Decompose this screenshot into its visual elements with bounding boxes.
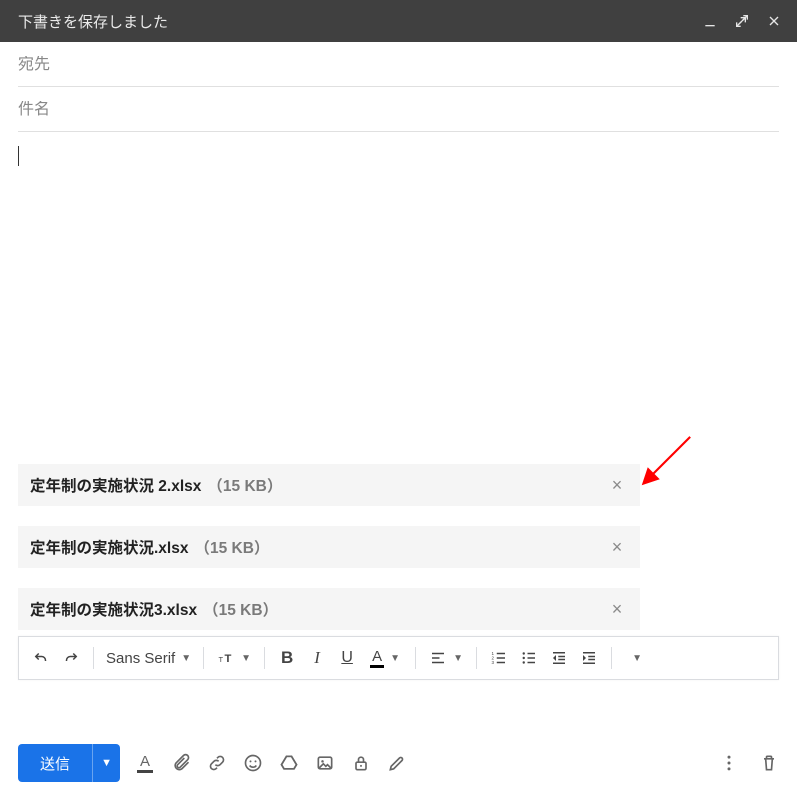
send-options-button[interactable]: ▼	[92, 744, 120, 782]
chevron-down-icon: ▼	[390, 653, 400, 664]
indent-decrease-button[interactable]	[545, 643, 573, 673]
compose-actions: 送信 ▼ A	[18, 744, 779, 782]
more-options-button[interactable]	[719, 753, 739, 773]
font-family-label: Sans Serif	[106, 650, 175, 667]
attachment-name: 定年制の実施状況.xlsx	[30, 536, 188, 558]
image-icon[interactable]	[314, 752, 336, 774]
attach-icon[interactable]	[170, 752, 192, 774]
compose-right-icons	[719, 753, 779, 773]
subject-field-row	[18, 87, 779, 132]
to-field-row	[18, 42, 779, 87]
svg-text:T: T	[219, 655, 224, 664]
align-button[interactable]: ▼	[424, 643, 468, 673]
chevron-down-icon: ▼	[241, 653, 251, 664]
emoji-icon[interactable]	[242, 752, 264, 774]
more-format-button[interactable]: ▼	[620, 643, 648, 673]
attachment-row[interactable]: 定年制の実施状況.xlsx （15 KB） ×	[18, 526, 640, 568]
drive-icon[interactable]	[278, 752, 300, 774]
attachment-name: 定年制の実施状況 2.xlsx	[30, 474, 201, 496]
compose-title: 下書きを保存しました	[18, 11, 701, 32]
attachment-list: 定年制の実施状況 2.xlsx （15 KB） × 定年制の実施状況.xlsx …	[0, 464, 797, 630]
attachment-size: （15 KB）	[203, 598, 278, 620]
confidential-icon[interactable]	[350, 752, 372, 774]
to-field[interactable]	[18, 56, 779, 74]
attachment-remove-button[interactable]: ×	[606, 599, 628, 620]
link-icon[interactable]	[206, 752, 228, 774]
numbered-list-button[interactable]: 123	[485, 643, 513, 673]
chevron-down-icon: ▼	[453, 653, 463, 664]
chevron-down-icon: ▼	[181, 653, 191, 664]
attachment-size: （15 KB）	[194, 536, 269, 558]
redo-button[interactable]	[57, 643, 85, 673]
font-family-select[interactable]: Sans Serif ▼	[102, 650, 195, 667]
minimize-button[interactable]	[701, 12, 719, 30]
svg-text:3: 3	[492, 660, 495, 665]
send-group: 送信 ▼	[18, 744, 120, 782]
subject-field[interactable]	[18, 101, 779, 119]
attachment-row[interactable]: 定年制の実施状況3.xlsx （15 KB） ×	[18, 588, 640, 630]
svg-text:T: T	[225, 653, 232, 665]
signature-icon[interactable]	[386, 752, 408, 774]
chevron-down-icon: ▼	[632, 653, 642, 664]
compose-titlebar: 下書きを保存しました	[0, 0, 797, 42]
discard-draft-button[interactable]	[759, 753, 779, 773]
italic-button[interactable]: I	[303, 643, 331, 673]
window-buttons	[701, 12, 783, 30]
compose-body[interactable]	[0, 132, 797, 464]
compose-icon-row: A	[134, 752, 408, 774]
text-caret	[18, 146, 19, 166]
attachment-remove-button[interactable]: ×	[606, 537, 628, 558]
formatting-toggle-icon[interactable]: A	[134, 752, 156, 774]
bold-button[interactable]: B	[273, 643, 301, 673]
send-button[interactable]: 送信	[18, 744, 92, 782]
undo-button[interactable]	[27, 643, 55, 673]
indent-increase-button[interactable]	[575, 643, 603, 673]
attachment-size: （15 KB）	[207, 474, 282, 496]
attachment-name: 定年制の実施状況3.xlsx	[30, 598, 197, 620]
attachment-row[interactable]: 定年制の実施状況 2.xlsx （15 KB） ×	[18, 464, 640, 506]
format-toolbar: Sans Serif ▼ TT ▼ B I U A ▼ ▼ 123 ▼	[18, 636, 779, 680]
font-size-button[interactable]: TT ▼	[212, 643, 256, 673]
text-color-button[interactable]: A ▼	[363, 643, 407, 673]
close-button[interactable]	[765, 12, 783, 30]
underline-button[interactable]: U	[333, 643, 361, 673]
popout-button[interactable]	[733, 12, 751, 30]
bullet-list-button[interactable]	[515, 643, 543, 673]
attachment-remove-button[interactable]: ×	[606, 475, 628, 496]
